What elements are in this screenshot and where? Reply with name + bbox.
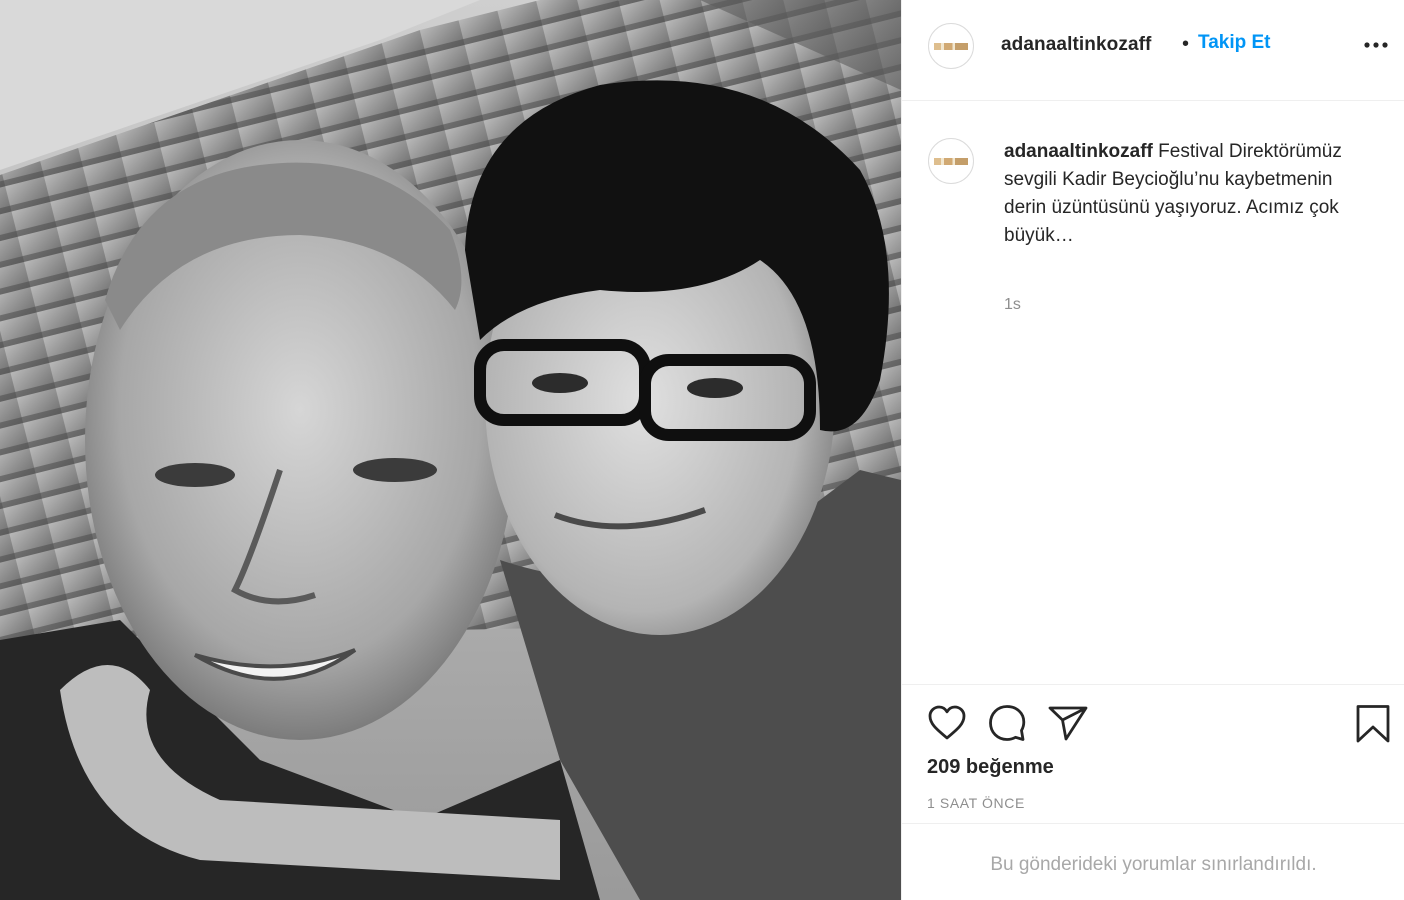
like-count[interactable]: 209 beğenme: [927, 756, 1054, 779]
follow-button[interactable]: Takip Et: [1198, 32, 1271, 54]
post-photo-image: [0, 0, 901, 900]
post-actions: 209 beğenme 1 SAAT ÖNCE: [902, 684, 1404, 823]
caption: adanaaltinkozaff Festival Direktörümüz s…: [1004, 138, 1364, 250]
separator-dot: •: [1182, 33, 1190, 55]
more-options-icon[interactable]: [1362, 30, 1390, 60]
caption-timestamp[interactable]: 1s: [1004, 296, 1021, 314]
send-icon[interactable]: [1048, 705, 1088, 741]
heart-icon[interactable]: [927, 704, 967, 742]
post-header: adanaaltinkozaff • Takip Et: [902, 0, 1404, 101]
post-photo[interactable]: [0, 0, 901, 900]
post-timestamp[interactable]: 1 SAAT ÖNCE: [927, 795, 1025, 811]
caption-username[interactable]: adanaaltinkozaff: [1004, 141, 1153, 162]
post-side-panel: adanaaltinkozaff • Takip Et adanaaltinko…: [901, 0, 1404, 900]
comments-section: Bu gönderideki yorumlar sınırlandırıldı.: [902, 823, 1404, 900]
comment-icon[interactable]: [988, 704, 1026, 742]
caption-account-logo: [934, 158, 968, 165]
account-logo: [934, 43, 968, 50]
comments-restricted-notice: Bu gönderideki yorumlar sınırlandırıldı.: [990, 854, 1317, 875]
account-username[interactable]: adanaaltinkozaff: [1001, 34, 1151, 56]
bookmark-icon[interactable]: [1355, 704, 1391, 744]
caption-avatar[interactable]: [928, 138, 974, 184]
account-avatar[interactable]: [928, 23, 974, 69]
